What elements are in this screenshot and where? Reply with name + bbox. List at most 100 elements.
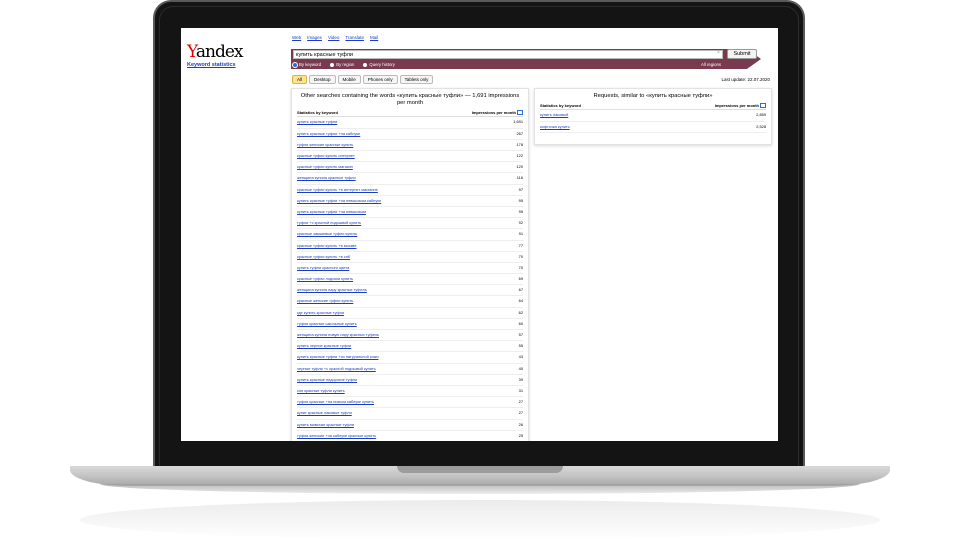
keyword-link[interactable]: туфли женские +на каблуке красные купить xyxy=(297,431,376,441)
tab-desktop[interactable]: Desktop xyxy=(309,75,336,84)
keyword-link[interactable]: купит красные лаковые туфли xyxy=(297,408,352,418)
nav-link-translate[interactable]: Translate xyxy=(345,35,364,40)
impressions-count: 67 xyxy=(518,287,523,293)
all-regions-link[interactable]: All regions xyxy=(701,62,721,67)
calendar-icon[interactable] xyxy=(517,110,523,116)
table-header: Statistics by keyword Impressions per mo… xyxy=(540,103,766,111)
keyword-link[interactable]: черные туфли +с красной подошвой купить xyxy=(297,364,376,374)
keyword-link[interactable]: красные туфли купить +в москве xyxy=(297,241,357,251)
keyword-link[interactable]: сон красные туфли купить xyxy=(297,386,345,396)
tab-mobile[interactable]: Mobile xyxy=(337,75,361,84)
impressions-count: 70 xyxy=(518,253,523,259)
nav-link-video[interactable]: Video xyxy=(328,35,339,40)
keyword-link[interactable]: красные туфли лодочки купить xyxy=(297,274,353,284)
nav-link-mail[interactable]: Mail xyxy=(370,35,378,40)
table-row: красные туфли купить +в спб 70 xyxy=(297,252,523,263)
keyword-link[interactable]: красные туфли купить интернет xyxy=(297,151,355,161)
submit-button[interactable]: Submit xyxy=(727,49,757,59)
keyword-link[interactable]: купить мамочке красные туфли xyxy=(297,420,354,430)
tab-phones-only[interactable]: Phones only xyxy=(362,75,398,84)
keyword-link[interactable]: красные замшевые туфли купить xyxy=(297,229,357,239)
calendar-icon[interactable] xyxy=(760,103,766,109)
keyword-link[interactable]: кофточка купить xyxy=(540,122,570,132)
table-row: туфли +с красной подошвой купить 92 xyxy=(297,218,523,230)
radio-icon xyxy=(363,62,368,67)
keyword-link[interactable]: женщина купила красные туфли xyxy=(297,173,356,183)
table-row: сон красные туфли купить 31 xyxy=(297,386,523,398)
impressions-count: 40 xyxy=(518,365,523,371)
keyword-link[interactable]: женщина купила новую пару красных туфель xyxy=(297,330,379,340)
radio-by-region[interactable]: By region xyxy=(330,62,354,67)
yandex-logo[interactable]: Yandex xyxy=(187,42,244,62)
keyword-statistics-link[interactable]: Keyword statistics xyxy=(187,62,236,68)
keyword-link[interactable]: купить красные туфли xyxy=(297,117,337,127)
impressions-count: 27 xyxy=(518,410,523,416)
radio-selected-icon xyxy=(293,62,297,67)
keyword-link[interactable]: женщина купила пару красных туфель xyxy=(297,285,367,295)
table-row: черные туфли +с красной подошвой купить 4… xyxy=(297,364,523,375)
table-row: женщина купила пару красных туфель 67 xyxy=(297,285,523,297)
table-row: красные туфли купить +в москве 77 xyxy=(297,241,523,252)
panel-title: Other searches containing the words «куп… xyxy=(300,93,520,106)
impressions-count: 2,859 xyxy=(756,112,766,118)
keyword-link[interactable]: купить черное красные туфли xyxy=(297,341,351,351)
table-row: купить красные недорогие туфли 39 xyxy=(297,375,523,386)
keyword-link[interactable]: туфли красные +на низком каблуке купить xyxy=(297,397,374,407)
impressions-count: 1,691 xyxy=(513,119,523,125)
table-row: красные замшевые туфли купить 91 xyxy=(297,229,523,241)
keyword-link[interactable]: купить красные недорогие туфли xyxy=(297,375,357,385)
table-row: туфли женские красные купить 178 xyxy=(297,140,523,151)
table-row: купит красные лаковые туфли 27 xyxy=(297,408,523,420)
nav-link-images[interactable]: Images xyxy=(307,35,322,40)
keyword-link[interactable]: красные туфли купить +в спб xyxy=(297,252,350,262)
table-row: купить красные туфли +из натуральной кож… xyxy=(297,352,523,364)
impressions-count: 70 xyxy=(518,264,523,270)
impressions-count: 77 xyxy=(518,242,523,248)
impressions-count: 92 xyxy=(518,220,523,226)
keyword-link[interactable]: купить красные туфли +из натуральной кож… xyxy=(297,352,379,362)
impressions-count: 26 xyxy=(518,421,523,427)
table-row: купить красные туфли +на невысоком 95 xyxy=(297,207,523,219)
keyword-link[interactable]: туфли женские красные купить xyxy=(297,140,353,150)
keyword-link[interactable]: купить красные туфли +на невысоком каблу… xyxy=(297,196,381,206)
keyword-link[interactable]: красные туфли купить магазин xyxy=(297,162,353,172)
table-row: купить мамочке красные туфли 26 xyxy=(297,420,523,431)
laptop-reflection xyxy=(80,500,880,540)
impressions-count: 60 xyxy=(518,320,523,326)
tab-all[interactable]: All xyxy=(292,75,308,84)
tab-tablets-only[interactable]: Tablets only xyxy=(399,75,434,84)
column-header-impressions: Impressions per month xyxy=(472,110,523,116)
impressions-count: 62 xyxy=(518,309,523,315)
table-row: красные туфли лодочки купить 69 xyxy=(297,274,523,286)
keyword-link[interactable]: красные женские туфли купить xyxy=(297,296,353,306)
other-searches-panel: Other searches containing the words «куп… xyxy=(291,88,529,441)
table-row: туфли красные школьные купить 60 xyxy=(297,319,523,330)
keyword-link[interactable]: красные туфли купить +в интернет магазин… xyxy=(297,185,378,195)
table-row: женщина купила красные туфли 116 xyxy=(297,173,523,185)
keyword-link[interactable]: купить красные туфли +на каблуке xyxy=(297,129,360,139)
radio-query-history[interactable]: Query history xyxy=(363,62,395,67)
table-row: женщина купила новую пару красных туфель… xyxy=(297,330,523,342)
keyword-link[interactable]: где купить красные туфли xyxy=(297,308,344,318)
impressions-count: 43 xyxy=(518,354,523,360)
keyword-link[interactable]: туфли +с красной подошвой купить xyxy=(297,218,361,228)
keyword-link[interactable]: купить красные туфли +на невысоком xyxy=(297,207,366,217)
laptop-base-notch xyxy=(397,466,563,473)
top-navigation: Web Images Video Translate Mail xyxy=(292,35,378,40)
search-input[interactable]: купить красные туфли xyxy=(293,50,723,59)
impressions-count: 2,528 xyxy=(756,123,766,129)
impressions-count: 116 xyxy=(516,175,523,181)
impressions-count: 31 xyxy=(518,387,523,393)
impressions-count: 91 xyxy=(518,231,523,237)
keyword-link[interactable]: туфли красные школьные купить xyxy=(297,319,357,329)
table-row: красные туфли купить интернет 122 xyxy=(297,151,523,163)
nav-link-web[interactable]: Web xyxy=(292,35,301,40)
keyword-link[interactable]: купить лаковый xyxy=(540,110,568,120)
keyword-list: купить красные туфли 1,691 купить красные … xyxy=(292,117,528,441)
table-header: Statistics by keyword Impressions per mo… xyxy=(297,110,523,118)
impressions-count: 95 xyxy=(518,197,523,203)
clear-icon[interactable]: × xyxy=(717,50,720,56)
table-row: туфли красные +на низком каблуке купить 2… xyxy=(297,397,523,409)
radio-by-keyword[interactable]: By keyword xyxy=(293,62,321,67)
keyword-link[interactable]: купить туфли красного цвета xyxy=(297,263,349,273)
